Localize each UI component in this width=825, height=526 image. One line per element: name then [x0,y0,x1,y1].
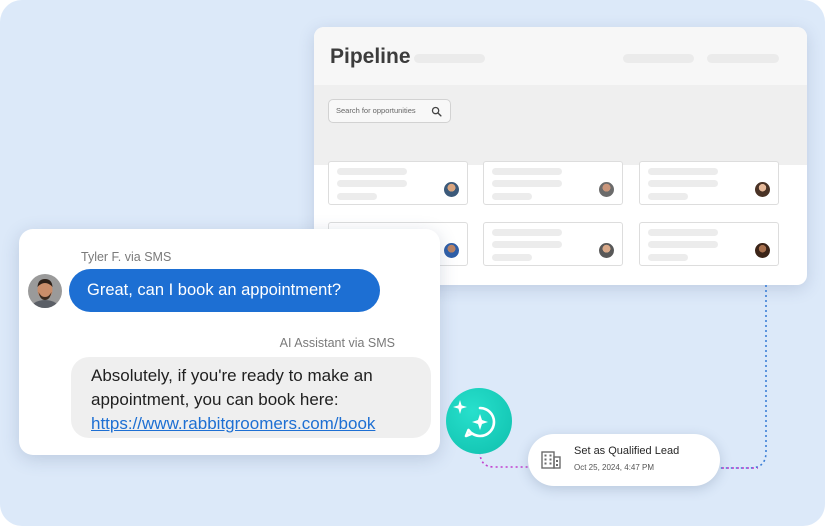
qualified-lead-notification: Set as Qualified Lead Oct 25, 2024, 4:47… [528,434,720,486]
ai-sparkle-chat-icon [453,400,496,438]
ai-message-line: appointment, you can book here: [91,390,339,409]
ai-assistant-button[interactable] [446,388,512,454]
user-sender-label: Tyler F. via SMS [81,250,172,264]
ai-message-line: Absolutely, if you're ready to make an [91,366,373,385]
notification-timestamp: Oct 25, 2024, 4:47 PM [574,463,655,472]
notification-title: Set as Qualified Lead [574,445,680,457]
ai-message-bubble: Absolutely, if you're ready to make an a… [71,357,431,438]
building-icon [541,451,561,469]
user-message-bubble: Great, can I book an appointment? [69,269,380,312]
avatar [28,274,62,308]
booking-link[interactable]: https://www.rabbitgroomers.com/book [91,412,431,436]
ai-sender-label: AI Assistant via SMS [279,336,395,350]
sms-conversation: Tyler F. via SMS Great, can I book an ap… [19,229,440,455]
